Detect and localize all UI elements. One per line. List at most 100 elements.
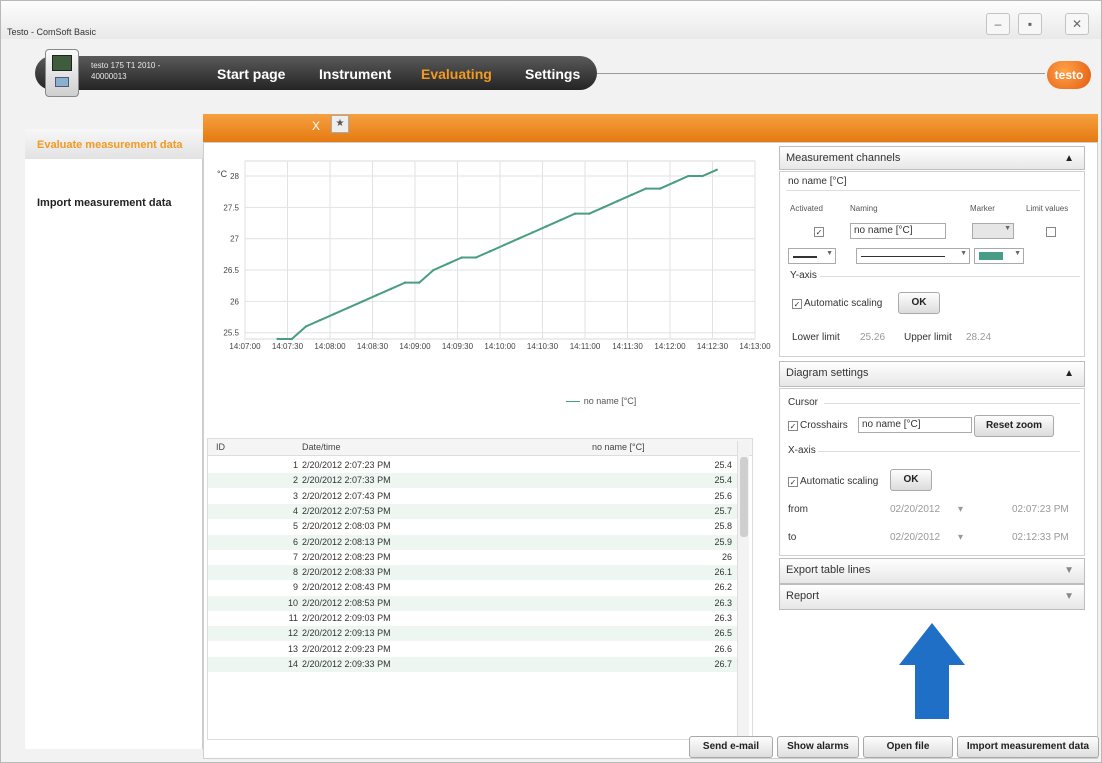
measurement-channels-header[interactable]: Measurement channels ▲ <box>779 146 1085 170</box>
x-tick-label: 14:07:30 <box>272 342 304 351</box>
export-table-lines-header[interactable]: Export table lines ▼ <box>779 558 1085 584</box>
naming-field[interactable]: no name [°C] <box>850 223 946 239</box>
table-row[interactable]: 4 2/20/2012 2:07:53 PM 25.7 <box>208 503 742 519</box>
data-point <box>375 293 378 297</box>
table-row[interactable]: 5 2/20/2012 2:08:03 PM 25.8 <box>208 519 742 534</box>
table-row[interactable]: 9 2/20/2012 2:08:43 PM 26.2 <box>208 580 742 595</box>
cell-datetime: 2/20/2012 2:09:03 PM <box>302 613 391 623</box>
collapse-up-icon[interactable]: ▲ <box>1064 153 1074 164</box>
upper-limit-label: Upper limit <box>904 332 952 343</box>
cell-id: 3 <box>292 490 298 501</box>
show-alarms-button[interactable]: Show alarms <box>777 736 859 758</box>
table-row[interactable]: 14 2/20/2012 2:09:33 PM 26.7 <box>208 656 742 672</box>
maximize-button[interactable]: ▪ <box>1018 13 1042 35</box>
x-auto-scaling-checkbox[interactable]: ✓ <box>788 477 798 487</box>
to-date[interactable]: 02/20/2012 <box>890 532 940 543</box>
cell-id: 10 <box>287 597 298 608</box>
expand-down-icon[interactable]: ▼ <box>1064 565 1074 576</box>
col-header-value[interactable]: no name [°C] <box>592 442 645 452</box>
lower-limit-label: Lower limit <box>792 332 840 343</box>
crosshairs-checkbox[interactable]: ✓ <box>788 421 798 431</box>
y-tick-label: 25.5 <box>223 329 239 338</box>
col-limit-values: Limit values <box>1026 204 1069 213</box>
nav-settings[interactable]: Settings <box>525 66 580 82</box>
table-row[interactable]: 10 2/20/2012 2:08:53 PM 26.3 <box>208 595 742 611</box>
y-auto-scaling-checkbox[interactable]: ✓ <box>792 299 802 309</box>
expand-down-icon[interactable]: ▼ <box>1064 591 1074 602</box>
cursor-channel-select[interactable]: no name [°C] <box>858 417 972 433</box>
data-point <box>644 187 648 190</box>
minimize-button[interactable]: – <box>986 13 1010 35</box>
y-tick-label: 28 <box>230 172 239 181</box>
chevron-down-icon[interactable]: ▾ <box>958 532 963 543</box>
cell-id: 12 <box>287 628 298 639</box>
data-point <box>389 287 393 291</box>
device-icon[interactable] <box>45 49 79 97</box>
export-table-lines-title: Export table lines <box>786 564 871 576</box>
diagram-settings-title: Diagram settings <box>786 367 869 379</box>
nav-instrument[interactable]: Instrument <box>319 66 391 82</box>
table-row[interactable]: 1 2/20/2012 2:07:23 PM 25.4 <box>208 458 742 473</box>
line-width-select[interactable]: ▼ <box>856 248 970 264</box>
window-title: Testo - ComSoft Basic <box>7 27 97 37</box>
report-header[interactable]: Report ▼ <box>779 584 1085 610</box>
data-point <box>318 318 322 322</box>
chart-legend: no name [°C] <box>451 396 751 406</box>
import-measurement-data-button[interactable]: Import measurement data <box>957 736 1099 758</box>
sidebar-item-evaluate[interactable]: Evaluate measurement data <box>25 129 203 159</box>
open-file-button[interactable]: Open file <box>863 736 953 758</box>
data-point <box>602 206 605 209</box>
reset-zoom-button[interactable]: Reset zoom <box>974 415 1054 437</box>
divider <box>818 451 1080 452</box>
y-ok-button[interactable]: OK <box>898 292 940 314</box>
from-time[interactable]: 02:07:23 PM <box>1012 504 1069 515</box>
xaxis-label: X-axis <box>788 445 816 456</box>
x-tick-label: 14:11:30 <box>612 342 643 351</box>
table-row[interactable]: 6 2/20/2012 2:08:13 PM 25.9 <box>208 534 742 550</box>
table-row[interactable]: 7 2/20/2012 2:08:23 PM 26 <box>208 550 742 565</box>
data-point <box>559 218 563 222</box>
col-header-datetime[interactable]: Date/time <box>302 442 341 452</box>
from-date[interactable]: 02/20/2012 <box>890 504 940 515</box>
limit-values-checkbox[interactable] <box>1046 227 1056 237</box>
nav-start-page[interactable]: Start page <box>217 66 285 82</box>
table-row[interactable]: 13 2/20/2012 2:09:23 PM 26.6 <box>208 642 742 657</box>
nav-evaluating[interactable]: Evaluating <box>421 66 492 82</box>
send-email-button[interactable]: Send e-mail <box>689 736 773 758</box>
cell-datetime: 2/20/2012 2:07:33 PM <box>302 475 391 486</box>
line-style-select[interactable]: ▼ <box>788 248 836 264</box>
line-color-select[interactable]: ▼ <box>974 248 1024 264</box>
table-scrollbar[interactable] <box>737 441 749 737</box>
sidebar-item-import[interactable]: Import measurement data <box>25 187 203 217</box>
cell-datetime: 2/20/2012 2:08:23 PM <box>302 551 391 562</box>
activated-checkbox[interactable]: ✓ <box>814 227 824 237</box>
table-row[interactable]: 8 2/20/2012 2:08:33 PM 26.1 <box>208 565 742 581</box>
lower-limit-value[interactable]: 25.26 <box>860 332 885 343</box>
table-row[interactable]: 12 2/20/2012 2:09:13 PM 26.5 <box>208 626 742 642</box>
scroll-thumb[interactable] <box>740 457 748 537</box>
to-label: to <box>788 532 797 543</box>
table-row[interactable]: 11 2/20/2012 2:09:03 PM 26.3 <box>208 611 742 626</box>
collapse-up-icon[interactable]: ▲ <box>1064 368 1074 379</box>
diagram-settings-header[interactable]: Diagram settings ▲ <box>779 361 1085 387</box>
chevron-down-icon[interactable]: ▾ <box>958 504 963 515</box>
new-tab-icon[interactable]: ★ <box>331 115 349 133</box>
table-row[interactable]: 3 2/20/2012 2:07:43 PM 25.6 <box>208 489 742 504</box>
nav-divider <box>597 73 1045 74</box>
x-tick-label: 14:13:00 <box>739 342 771 351</box>
marker-select[interactable]: ▼ <box>972 223 1014 239</box>
close-button[interactable]: ✕ <box>1065 13 1089 35</box>
col-header-id[interactable]: ID <box>216 442 225 452</box>
measurement-table: ID Date/time no name [°C] 1 2/20/2012 2:0… <box>207 438 753 740</box>
device-label[interactable]: testo 175 T1 2010 - 40000013 <box>91 60 191 82</box>
close-tab-icon[interactable]: X <box>312 119 320 133</box>
cell-value: 25.4 <box>714 475 732 486</box>
cell-value: 25.6 <box>714 490 732 501</box>
x-ok-button[interactable]: OK <box>890 469 932 491</box>
x-tick-label: 14:07:00 <box>229 342 261 351</box>
device-model: testo 175 T1 2010 - <box>91 61 161 70</box>
to-time[interactable]: 02:12:33 PM <box>1012 532 1069 543</box>
upper-limit-value[interactable]: 28.24 <box>966 332 991 343</box>
table-row[interactable]: 2 2/20/2012 2:07:33 PM 25.4 <box>208 473 742 489</box>
line-chart[interactable]: 14:07:00 14:07:30 14:08:00 14:08:30 14:09:00… <box>205 146 773 421</box>
